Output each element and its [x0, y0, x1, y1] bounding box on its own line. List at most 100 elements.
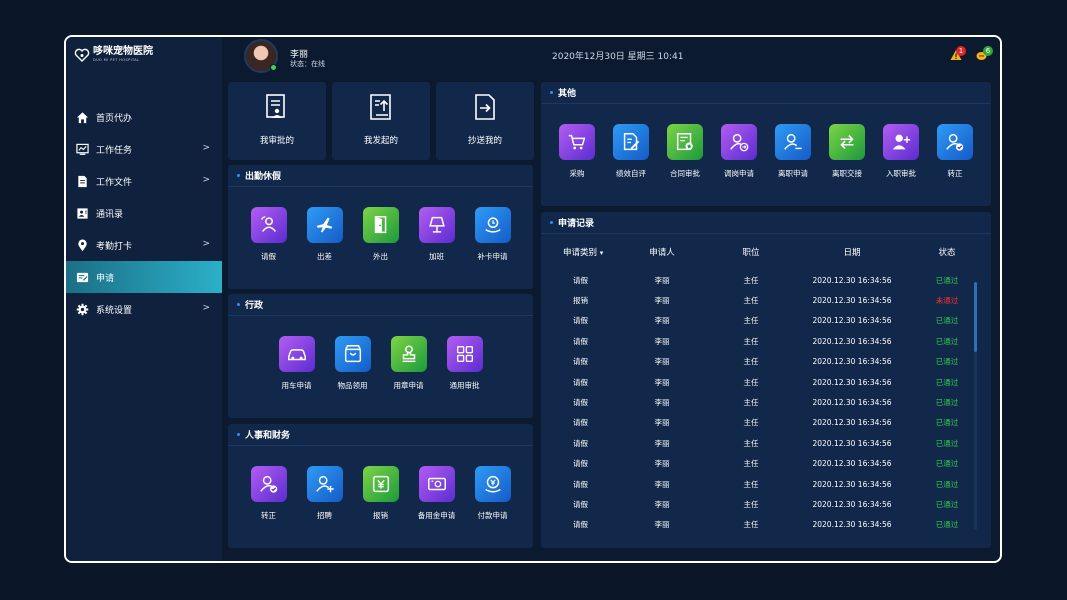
cell-date: 2020.12.30 16:34:56	[812, 336, 892, 346]
shortcut-label: 离职申请	[778, 169, 808, 178]
app-shortcut[interactable]: 用章申请	[390, 336, 428, 391]
app-shortcut[interactable]: 调岗申请	[720, 124, 758, 179]
chevron-right-icon: >	[202, 175, 210, 185]
records-scrollbar[interactable]	[974, 282, 977, 530]
table-row[interactable]: 请假 李丽 主任 2020.12.30 16:34:56 已通过	[541, 352, 991, 372]
shortcut-label: 外出	[373, 252, 388, 261]
app-shortcut[interactable]: 绩效自评	[612, 124, 650, 179]
table-row[interactable]: 报销 李丽 主任 2020.12.30 16:34:56 未通过	[541, 290, 991, 310]
cell-position: 主任	[743, 336, 759, 346]
table-row[interactable]: 请假 李丽 主任 2020.12.30 16:34:56 已通过	[541, 413, 991, 433]
column-type[interactable]: 申请类别 ▾	[541, 246, 619, 258]
sidebar-item-label: 首页代办	[96, 113, 133, 124]
cell-position: 主任	[743, 418, 759, 428]
sidebar-item-4[interactable]: 考勤打卡 >	[66, 229, 222, 261]
attendance-panel: 出勤休假 请假 出差 外出 加班 补卡申请	[228, 165, 533, 289]
cell-type: 请假	[573, 479, 588, 489]
table-row[interactable]: 请假 李丽 主任 2020.12.30 16:34:56 已通过	[541, 270, 991, 290]
cell-date: 2020.12.30 16:34:56	[812, 296, 892, 306]
table-row[interactable]: 请假 李丽 主任 2020.12.30 16:34:56 已通过	[541, 474, 991, 494]
quick-action-approved-by-me[interactable]: 我审批的	[228, 82, 326, 160]
app-shortcut[interactable]: 报销	[362, 466, 400, 521]
cell-date: 2020.12.30 16:34:56	[812, 499, 892, 509]
cell-applicant: 李丽	[654, 296, 670, 306]
shortcut-label: 用章申请	[393, 381, 424, 390]
app-shortcut[interactable]: 采购	[558, 124, 596, 179]
app-logo: 哆咪宠物医院 DUO MI PET HOSPITAL	[74, 47, 153, 63]
app-shortcut[interactable]: 转正	[250, 466, 288, 521]
table-row[interactable]: 请假 李丽 主任 2020.12.30 16:34:56 已通过	[541, 433, 991, 453]
sidebar-item-3[interactable]: 通讯录	[66, 197, 222, 229]
app-shortcut[interactable]: 离职交接	[828, 124, 866, 179]
quick-action-initiated-by-me[interactable]: 我发起的	[332, 82, 430, 160]
sidebar-item-label: 考勤打卡	[96, 241, 133, 252]
app-shortcut[interactable]: 备用金申请	[418, 466, 456, 521]
app-shortcut[interactable]: 补卡申请	[474, 207, 512, 262]
panel-title: 行政	[245, 301, 264, 311]
door-icon	[362, 207, 399, 243]
app-shortcut[interactable]: 请假	[250, 207, 288, 262]
app-window: 哆咪宠物医院 DUO MI PET HOSPITAL 首页代办 工作任务 > 工作文件…	[64, 35, 1002, 563]
quick-action-cc-me[interactable]: 抄送我的	[436, 82, 534, 160]
column-position: 职位	[742, 248, 760, 258]
location-icon	[75, 238, 89, 252]
cell-position: 主任	[743, 316, 759, 326]
app-shortcut[interactable]: 物品领用	[334, 336, 372, 391]
sidebar-item-label: 申请	[96, 273, 115, 284]
sidebar-item-label: 工作任务	[96, 145, 133, 156]
app-shortcut[interactable]: 出差	[306, 207, 344, 262]
app-shortcut[interactable]: 外出	[362, 207, 400, 262]
avatar[interactable]	[244, 39, 278, 73]
table-row[interactable]: 请假 李丽 主任 2020.12.30 16:34:56 已通过	[541, 372, 991, 392]
sidebar-item-2[interactable]: 工作文件 >	[66, 165, 222, 197]
app-shortcut[interactable]: 离职申请	[774, 124, 812, 179]
shortcut-label: 离职交接	[832, 169, 862, 178]
gear-icon	[75, 302, 89, 316]
sidebar-item-6[interactable]: 系统设置 >	[66, 293, 222, 325]
sort-chevron-icon: ▾	[599, 249, 604, 257]
cart-icon	[559, 124, 595, 160]
app-shortcut[interactable]: 入职审批	[882, 124, 920, 179]
app-shortcut[interactable]: 合同审批	[666, 124, 704, 179]
user-status: 状态：在线	[290, 60, 325, 68]
table-row[interactable]: 请假 李丽 主任 2020.12.30 16:34:56 已通过	[541, 311, 991, 331]
app-shortcut[interactable]: 转正	[936, 124, 974, 179]
app-shortcut[interactable]: 用车申请	[278, 336, 316, 391]
cell-type: 请假	[573, 336, 588, 346]
shortcut-label: 转正	[947, 169, 963, 178]
cell-applicant: 李丽	[654, 479, 670, 489]
approve-doc-icon	[266, 94, 285, 118]
chevron-right-icon: >	[202, 303, 210, 313]
alert-count-badge: 1	[956, 46, 966, 56]
cell-applicant: 李丽	[654, 336, 670, 346]
app-shortcut[interactable]: 付款申请	[474, 466, 512, 521]
sidebar-item-1[interactable]: 工作任务 >	[66, 133, 222, 165]
shortcut-label: 出差	[317, 252, 332, 261]
hr-finance-icons: 转正 招聘 报销 备用金申请 付款申请	[228, 446, 533, 521]
table-row[interactable]: 请假 李丽 主任 2020.12.30 16:34:56 已通过	[541, 515, 991, 535]
sidebar-item-0[interactable]: 首页代办	[66, 101, 222, 133]
cell-applicant: 李丽	[654, 438, 670, 448]
shortcut-label: 招聘	[317, 511, 332, 520]
cell-type: 请假	[573, 459, 588, 469]
app-shortcut[interactable]: 招聘	[306, 466, 344, 521]
table-row[interactable]: 请假 李丽 主任 2020.12.30 16:34:56 已通过	[541, 454, 991, 474]
cell-applicant: 李丽	[654, 357, 670, 367]
table-row[interactable]: 请假 李丽 主任 2020.12.30 16:34:56 已通过	[541, 331, 991, 351]
cash-icon	[418, 466, 455, 502]
scroll-thumb[interactable]	[974, 282, 977, 352]
grid-icon	[446, 336, 483, 372]
panel-header: 人事和财务	[228, 424, 533, 446]
shortcut-label: 合同审批	[670, 169, 700, 178]
user-add-icon	[883, 124, 919, 160]
cell-position: 主任	[743, 296, 759, 306]
app-shortcut[interactable]: 通用审批	[446, 336, 484, 391]
app-shortcut[interactable]: 加班	[418, 207, 456, 262]
records-panel: 申请记录 申请类别 ▾ 申请人 职位 日期 状态 请假 李丽 主任 2020.12.3…	[541, 212, 991, 548]
table-row[interactable]: 请假 李丽 主任 2020.12.30 16:34:56 已通过	[541, 494, 991, 514]
stamp-icon	[390, 336, 427, 372]
cell-date: 2020.12.30 16:34:56	[812, 438, 892, 448]
cell-date: 2020.12.30 16:34:56	[812, 520, 892, 530]
table-row[interactable]: 请假 李丽 主任 2020.12.30 16:34:56 已通过	[541, 392, 991, 412]
sidebar-item-5[interactable]: 申请	[66, 261, 222, 293]
